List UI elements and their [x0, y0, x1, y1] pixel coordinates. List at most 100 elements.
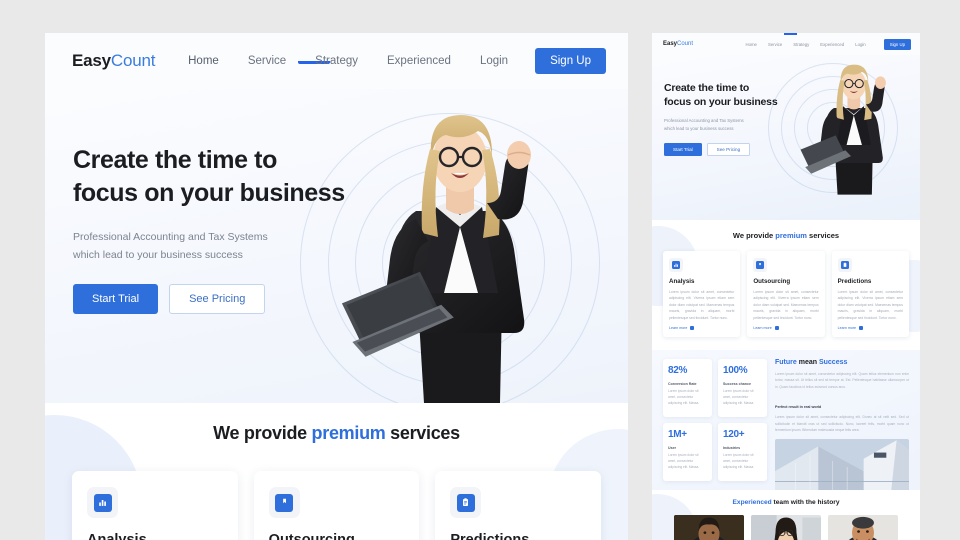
learn-more-label: Learn more	[837, 326, 857, 331]
learn-more-link[interactable]: Learn more	[837, 326, 903, 331]
preview-services-title: We provide premium services	[652, 220, 920, 240]
logo[interactable]: EasyCount	[72, 51, 155, 71]
hero-section: Create the time to focus on your busines…	[45, 89, 628, 403]
bookmark-icon	[756, 261, 765, 269]
arrow-right-icon	[859, 326, 864, 331]
preview-nav-link-home[interactable]: Home	[745, 42, 756, 47]
preview-hero-title: Create the time to focus on your busines…	[664, 81, 802, 109]
service-card-title: Predictions	[450, 532, 530, 540]
preview-stats-section: 82% Conversion Rate Lorem ipsum dolor si…	[652, 350, 920, 495]
stat-text: Lorem ipsum dolor sit amet, consectetur …	[723, 389, 755, 405]
nav-link-service[interactable]: Service	[248, 55, 286, 67]
see-pricing-button[interactable]: See Pricing	[169, 284, 266, 315]
preview-nav-link-service[interactable]: Service	[768, 42, 782, 47]
future-success-subtext: Lorem ipsum dolor sit amet, consectetur …	[775, 415, 909, 433]
preview-logo-part-1: Easy	[663, 41, 678, 47]
services-title-before: We provide	[213, 423, 312, 443]
preview-nav-link-strategy[interactable]: Strategy	[793, 42, 809, 47]
preview-logo[interactable]: EasyCount	[663, 41, 693, 47]
preview-sign-up-button[interactable]: Sign Up	[883, 38, 911, 50]
start-trial-button[interactable]: Start Trial	[73, 284, 159, 315]
preview-nav-link-experienced[interactable]: Experienced	[820, 42, 844, 47]
service-card-analysis[interactable]: Analysis Lorem ipsum dolor sit amet, con…	[72, 471, 238, 540]
service-card-outsourcing[interactable]: Outsourcing Lorem ipsum dolor sit amet, …	[253, 471, 420, 540]
nav-link-login[interactable]: Login	[480, 55, 508, 67]
team-member-card[interactable]: James Wan CEO, Sundth	[828, 515, 898, 540]
team-member-card[interactable]: Lily White Manager, Develop	[751, 515, 821, 540]
service-card-title: Analysis	[87, 532, 147, 540]
preview-service-card-title: Outsourcing	[753, 278, 791, 285]
future-success-block: Future mean Success Lorem ipsum dolor si…	[775, 359, 909, 495]
preview-hero-photo	[800, 64, 886, 195]
nav-link-experienced[interactable]: Experienced	[387, 55, 451, 67]
team-carousel: Tony Stark CEO, Stark Industries	[652, 506, 920, 540]
hero-title-line-1: Create the time to	[73, 146, 277, 174]
preview-nav-links: Home Service Strategy Experienced Login …	[745, 38, 911, 50]
learn-more-label: Learn more	[669, 326, 688, 331]
nav-links: Home Service Strategy Experienced Login	[188, 55, 508, 67]
nav-link-home[interactable]: Home	[188, 55, 219, 67]
stat-card-industries: 120+ Industries Lorem ipsum dolor sit am…	[718, 423, 767, 481]
service-card-predictions[interactable]: Predictions Lorem ipsum dolor sit amet, …	[435, 471, 602, 540]
arrow-right-icon	[774, 326, 779, 331]
services-title-highlight: premium	[311, 423, 386, 443]
stat-card-conversion-rate: 82% Conversion Rate Lorem ipsum dolor si…	[663, 359, 712, 417]
future-success-subtitle: Perfect result in real world	[775, 405, 822, 410]
logo-part-1: Easy	[72, 51, 111, 70]
hero-copy: Create the time to focus on your busines…	[45, 89, 375, 315]
bookmark-icon-wrap	[268, 487, 300, 518]
preview-services-title-before: We provide	[732, 231, 776, 240]
preview-service-card-text: Lorem ipsum dolor sit amet, consectetur …	[837, 290, 903, 320]
preview-hero-copy: Create the time to focus on your busines…	[652, 55, 802, 156]
future-success-text: Lorem ipsum dolor sit amet, consectetur …	[775, 372, 909, 389]
bar-chart-icon	[93, 493, 112, 512]
logo-part-2: Count	[110, 51, 156, 70]
hero-title-line-2: focus on your business	[73, 179, 345, 208]
future-success-title: Future mean Success	[775, 359, 909, 366]
stat-label: Success chance	[723, 382, 751, 386]
preview-active-nav-indicator	[784, 33, 797, 35]
preview-navbar: EasyCount Home Service Strategy Experien…	[652, 33, 920, 55]
preview-service-card-text: Lorem ipsum dolor sit amet, consectetur …	[753, 290, 819, 320]
services-title: We provide premium services	[45, 403, 628, 444]
preview-bar-chart-icon-wrap	[669, 258, 683, 272]
preview-hero-subtitle-line-2: which lead to your business success	[664, 126, 734, 132]
services-title-after: services	[385, 423, 460, 443]
team-title: Experienced team with the history	[652, 490, 920, 506]
preview-service-card-predictions[interactable]: Predictions Lorem ipsum dolor sit amet, …	[831, 251, 909, 338]
preview-services-title-after: services	[806, 231, 840, 240]
preview-see-pricing-button[interactable]: See Pricing	[706, 142, 751, 156]
stat-label: User	[668, 446, 676, 450]
preview-nav-link-login[interactable]: Login	[855, 42, 866, 47]
preview-service-card-title: Predictions	[837, 278, 872, 285]
clipboard-icon-wrap	[450, 487, 482, 518]
preview-service-card-analysis[interactable]: Analysis Lorem ipsum dolor sit amet, con…	[663, 251, 741, 338]
nav-link-strategy[interactable]: Strategy	[315, 55, 358, 67]
screenshot-stage: EasyCount Home Service Strategy Experien…	[0, 0, 960, 540]
clipboard-icon	[840, 261, 849, 269]
preview-service-card-outsourcing[interactable]: Outsourcing Lorem ipsum dolor sit amet, …	[747, 251, 825, 338]
stat-text: Lorem ipsum dolor sit amet, consectetur …	[668, 453, 700, 469]
hero-buttons: Start Trial See Pricing	[73, 284, 375, 315]
hero-subtitle-line-2: which lead to your business success	[73, 248, 243, 261]
learn-more-link[interactable]: Learn more	[753, 326, 818, 331]
learn-more-link[interactable]: Learn more	[669, 326, 734, 331]
preview-start-trial-button[interactable]: Start Trial	[664, 142, 702, 156]
preview-hero-section: Create the time to focus on your busines…	[652, 55, 920, 220]
future-title-part-1: Future	[775, 359, 799, 366]
preview-team-section: Experienced team with the history ‹ ›	[652, 490, 920, 540]
preview-service-cards: Analysis Lorem ipsum dolor sit amet, con…	[652, 240, 920, 338]
stat-number: 1M+	[668, 429, 687, 440]
preview-services-title-highlight: premium	[775, 231, 807, 240]
bar-chart-icon	[672, 261, 680, 269]
mobile-full-page-preview-panel: EasyCount Home Service Strategy Experien…	[652, 33, 920, 540]
team-member-card[interactable]: Tony Stark CEO, Stark Industries	[674, 515, 744, 540]
clipboard-icon	[456, 493, 475, 512]
hero-title: Create the time to focus on your busines…	[73, 144, 375, 211]
service-cards: Analysis Lorem ipsum dolor sit amet, con…	[45, 444, 628, 540]
sign-up-button[interactable]: Sign Up	[535, 48, 606, 74]
preview-clipboard-icon-wrap	[837, 258, 852, 272]
stats-grid: 82% Conversion Rate Lorem ipsum dolor si…	[663, 359, 767, 481]
future-title-part-2: mean	[798, 359, 819, 366]
building-image	[775, 438, 909, 495]
